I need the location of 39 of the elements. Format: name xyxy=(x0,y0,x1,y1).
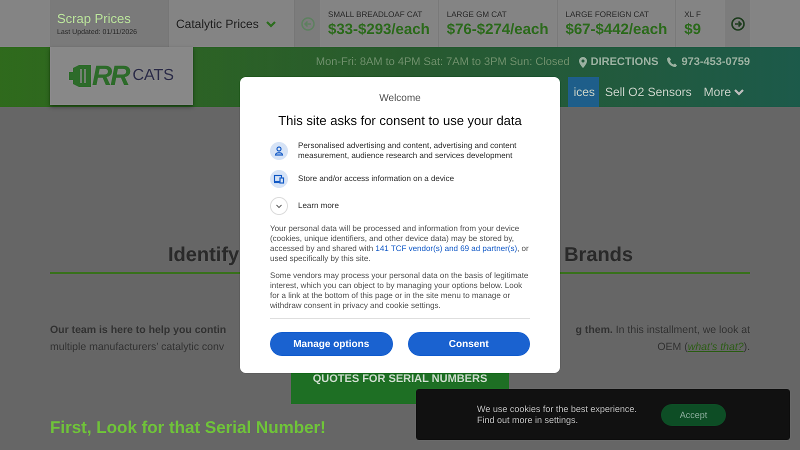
accept-button[interactable]: Accept xyxy=(661,404,726,426)
nav-item[interactable]: Sell O2 Sensors xyxy=(598,77,698,107)
chevron-down-icon xyxy=(734,87,744,97)
vendors-link[interactable]: 141 TCF vendor(s) and 69 ad partner(s) xyxy=(375,244,518,253)
ticker-price: $33-$293/each xyxy=(328,20,430,38)
page-heading: Identify xyxy=(168,244,240,268)
expand-icon[interactable] xyxy=(270,197,288,215)
ticker-label: LARGE GM CAT xyxy=(446,10,508,18)
phone-link[interactable]: 973-453-0759 xyxy=(667,56,750,68)
ticker-price: $76-$274/each xyxy=(446,20,548,38)
nav-item[interactable]: ices xyxy=(568,77,599,107)
ticker-label: XL F xyxy=(684,10,701,18)
arrow-right-icon[interactable] xyxy=(730,16,744,30)
dialog-text: Some vendors may process your personal data on the basis of legitimate interest, which you can object to by managing your options below. Look for a link at the bottom of this page or in the site menu to manage or withdraw consent in privacy and cookie settings. xyxy=(270,271,530,311)
dialog-welcome: Welcome xyxy=(378,93,422,104)
nav-item[interactable]: More xyxy=(698,77,750,107)
ticker-label: SMALL BREADLOAF CAT xyxy=(328,10,424,18)
page-heading: Brands xyxy=(564,244,633,268)
ticker-price: $9 xyxy=(684,20,701,38)
consent-button[interactable]: Consent xyxy=(408,332,530,356)
phone-icon xyxy=(667,57,678,67)
map-pin-icon xyxy=(578,56,587,68)
converter-icon xyxy=(69,63,92,89)
section-heading: First, Look for that Serial Number! xyxy=(50,418,326,438)
devices-icon xyxy=(270,170,288,188)
opening-hours: Mon-Fri: 8AM to 4PM Sat: 7AM to 3PM Sun: Closed xyxy=(316,56,570,68)
purpose-text: Store and/or access information on a device xyxy=(298,174,454,184)
manage-options-button[interactable]: Manage options xyxy=(270,332,392,356)
purpose-text: Personalised advertising and content, advertising and content measurement, audience research and services development xyxy=(298,141,518,161)
chevron-down-icon xyxy=(266,18,276,28)
dialog-title: This site asks for consent to use your data xyxy=(277,113,523,128)
ticker-price: $67-$442/each xyxy=(566,20,668,38)
ticker-label: LARGE FOREIGN CAT xyxy=(566,10,650,18)
directions-link[interactable]: DIRECTIONS xyxy=(578,56,658,68)
person-icon xyxy=(270,142,288,160)
learn-more-link[interactable]: Learn more xyxy=(298,201,339,211)
dialog-text: Your personal data will be processed and information from your device (cookies, unique identifiers, and other device data) may be stored by, accessed by and shared with 141 TCF vendor(s) and 69 ad partner(s), or used specifically by this site. xyxy=(270,224,530,264)
scrap-prices-title: Scrap Prices xyxy=(57,11,132,26)
cookie-message: We use cookies for the best experience. Find out more in settings. xyxy=(477,404,638,426)
